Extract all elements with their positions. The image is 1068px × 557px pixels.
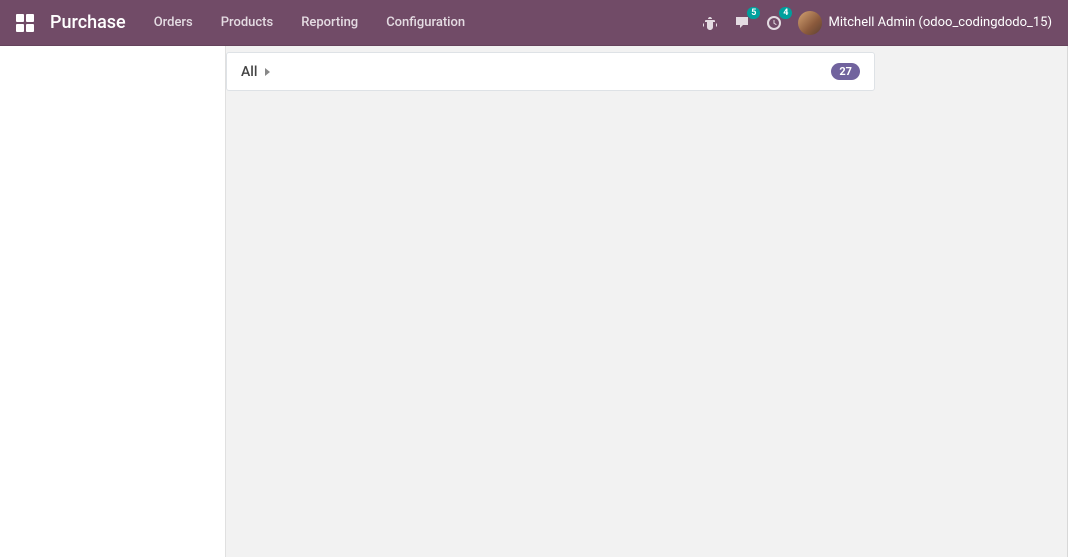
debug-icon[interactable] — [702, 15, 718, 31]
nav-item-products[interactable]: Products — [221, 15, 273, 30]
group-count-badge: 27 — [831, 63, 860, 80]
messages-badge: 5 — [747, 7, 760, 20]
nav-item-orders[interactable]: Orders — [154, 15, 193, 30]
nav-item-configuration[interactable]: Configuration — [386, 15, 465, 30]
content-panel: All 27 — [226, 46, 1068, 557]
messages-icon[interactable]: 5 — [734, 15, 750, 31]
navbar-right: 5 4 Mitchell Admin (odoo_codingdodo_15) — [702, 11, 1052, 35]
group-left: All — [241, 64, 270, 80]
apps-icon[interactable] — [16, 14, 34, 32]
activities-icon[interactable]: 4 — [766, 15, 782, 31]
user-display-name: Mitchell Admin (odoo_codingdodo_15) — [828, 15, 1052, 30]
main-area: All 27 — [0, 46, 1068, 557]
nav-item-reporting[interactable]: Reporting — [301, 15, 358, 30]
app-title[interactable]: Purchase — [50, 12, 126, 33]
avatar — [798, 11, 822, 35]
group-label: All — [241, 64, 257, 80]
left-panel — [0, 46, 226, 557]
group-row-all[interactable]: All 27 — [226, 52, 875, 91]
activities-badge: 4 — [779, 7, 792, 20]
navbar-left: Purchase Orders Products Reporting Confi… — [16, 12, 702, 33]
user-menu[interactable]: Mitchell Admin (odoo_codingdodo_15) — [798, 11, 1052, 35]
chevron-right-icon — [265, 68, 270, 76]
navbar: Purchase Orders Products Reporting Confi… — [0, 0, 1068, 46]
